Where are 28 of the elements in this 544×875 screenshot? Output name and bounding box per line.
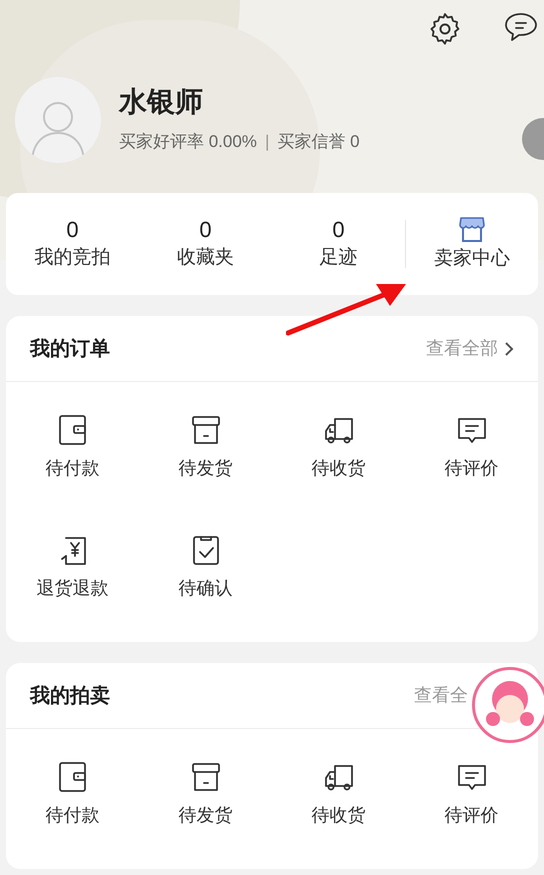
order-status-item[interactable]: 退货退款 [36, 534, 108, 600]
order-status-item[interactable]: 待评价 [444, 761, 498, 827]
wallet-icon [56, 761, 88, 793]
order-status-item[interactable]: 待评价 [444, 414, 498, 480]
chevron-right-icon [504, 340, 514, 356]
order-status-item[interactable]: 待发货 [178, 761, 232, 827]
section-title: 我的订单 [30, 336, 110, 362]
order-status-item[interactable]: 待收货 [312, 761, 366, 827]
user-name: 水银师 [119, 85, 204, 120]
stat-item[interactable]: 0 足迹 [272, 216, 405, 272]
stat-item[interactable]: 0 收藏夹 [139, 216, 272, 272]
order-status-item[interactable]: 待发货 [178, 414, 232, 480]
box-icon [190, 761, 222, 793]
stat-item[interactable]: 0 我的竞拍 [6, 216, 139, 272]
order-status-item[interactable]: 待确认 [178, 534, 232, 600]
wallet-icon [56, 414, 88, 446]
message-icon[interactable] [504, 12, 538, 44]
seller-center-button[interactable]: 卖家中心 [406, 215, 538, 273]
order-status-item[interactable]: 待付款 [46, 761, 100, 827]
settings-icon[interactable] [428, 12, 462, 46]
box-icon [190, 414, 222, 446]
order-status-item[interactable]: 待付款 [46, 414, 100, 480]
buyer-rating: 买家好评率 0.00% [119, 131, 257, 154]
order-status-item[interactable]: 待收货 [312, 414, 366, 480]
separator: | [264, 131, 270, 154]
section-title: 我的拍卖 [30, 684, 110, 708]
buyer-credit: 买家信誉 0 [277, 131, 360, 154]
shop-icon [458, 215, 486, 243]
